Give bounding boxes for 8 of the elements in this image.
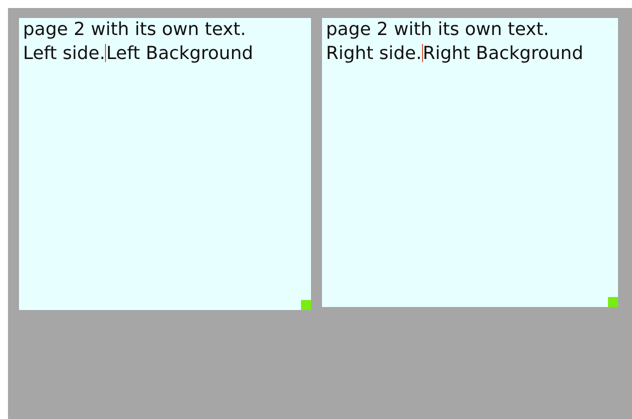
page-text: page 2 with its own text. bbox=[23, 19, 246, 40]
page-text: Left Background bbox=[106, 43, 254, 64]
page-text: Right side. bbox=[326, 43, 422, 64]
resize-handle[interactable] bbox=[608, 297, 618, 307]
resize-handle[interactable] bbox=[301, 300, 311, 310]
page-text: page 2 with its own text. bbox=[326, 19, 550, 40]
page-text: Right Background bbox=[422, 43, 584, 64]
page-text: Left side. bbox=[23, 43, 106, 64]
